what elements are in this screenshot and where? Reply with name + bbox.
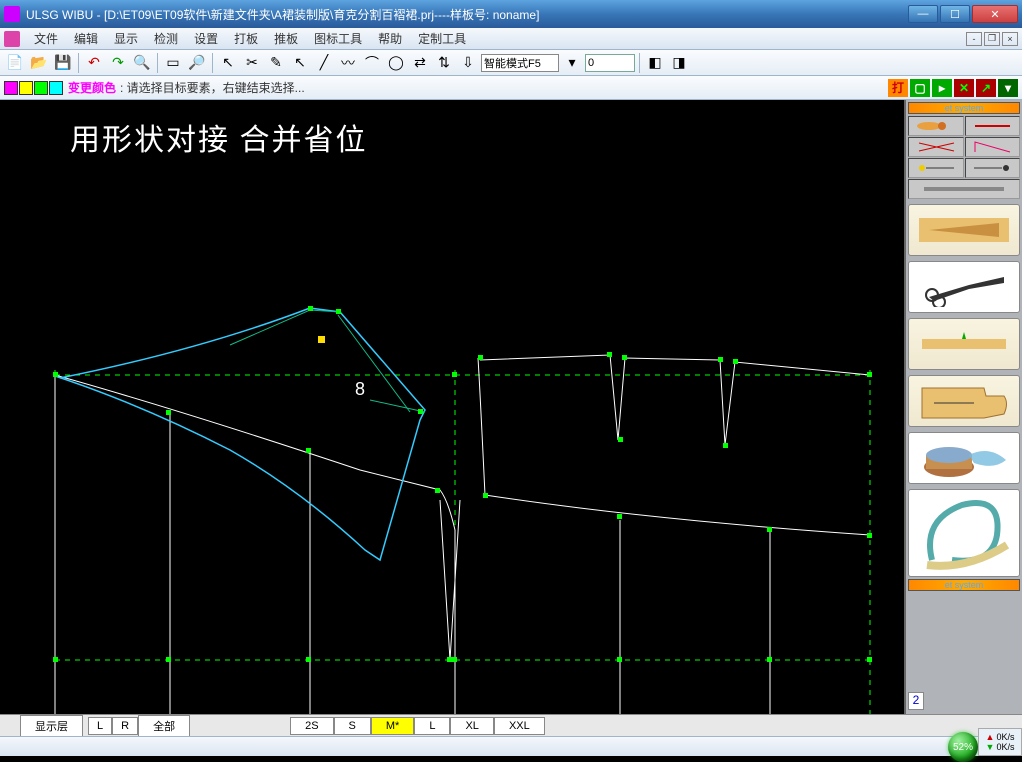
ellipse-icon[interactable]: ◯ [385, 52, 407, 74]
swap-icon[interactable]: ⇄ [409, 52, 431, 74]
right-panel: et system et system 2 [904, 100, 1022, 714]
r-tab[interactable]: R [112, 717, 138, 735]
size-m[interactable]: M* [371, 717, 414, 735]
rect-icon[interactable]: ▭ [162, 52, 184, 74]
color-cyan[interactable] [49, 81, 63, 95]
size-s[interactable]: S [334, 717, 371, 735]
rp-tool-dart[interactable] [908, 204, 1020, 256]
net-ball[interactable]: 52% [948, 732, 978, 762]
cursor-icon[interactable]: ↖ [289, 52, 311, 74]
updown-icon[interactable]: ⇅ [433, 52, 455, 74]
menu-icon-tools[interactable]: 图标工具 [306, 30, 370, 47]
rp-tool-cross[interactable] [908, 137, 964, 157]
right-btn-green[interactable]: ▢ [910, 79, 930, 97]
change-color-label: 变更颜色 [68, 79, 116, 96]
rp-tool-needle[interactable] [965, 116, 1021, 136]
menubar: 文件 编辑 显示 检测 设置 打板 推板 图标工具 帮助 定制工具 - ❐ × [0, 28, 1022, 50]
rp-tool-angle[interactable] [965, 137, 1021, 157]
menu-grade[interactable]: 推板 [266, 30, 306, 47]
down-arrow-icon: ▼ [986, 742, 995, 752]
hint-text: : 请选择目标要素，右键结束选择... [120, 79, 305, 96]
color-magenta[interactable] [4, 81, 18, 95]
drawing-canvas[interactable]: 用形状对接 合并省位 [0, 100, 904, 714]
rp-tool-washer[interactable] [908, 432, 1020, 484]
arc-icon[interactable]: ⌒ [361, 52, 383, 74]
net-stats: ▲0K/s ▼0K/s [978, 728, 1022, 756]
rp-tool-piece[interactable] [908, 375, 1020, 427]
menu-file[interactable]: 文件 [26, 30, 66, 47]
rp-tool-curve-ruler[interactable] [908, 489, 1020, 577]
net-pct: 52% [953, 742, 973, 753]
rp-header: et system [908, 102, 1020, 114]
titlebar: ULSG WIBU - [D:\ET09\ET09软件\新建文件夹\A裙装制版\… [0, 0, 1022, 28]
menu-edit[interactable]: 编辑 [66, 30, 106, 47]
layer-tab[interactable]: 显示层 [20, 715, 83, 737]
mode-combo[interactable] [481, 54, 559, 72]
minimize-button[interactable]: — [908, 5, 938, 23]
right-btn-x[interactable]: ✕ [954, 79, 974, 97]
rp-tool-bar[interactable] [908, 179, 1020, 199]
zoom-icon[interactable]: 🔍 [131, 52, 153, 74]
num-input[interactable] [585, 54, 635, 72]
save-icon[interactable]: 💾 [52, 52, 74, 74]
window-title: ULSG WIBU - [D:\ET09\ET09软件\新建文件夹\A裙装制版\… [26, 6, 908, 23]
doc-icon [4, 31, 20, 47]
redo-icon[interactable]: ↷ [107, 52, 129, 74]
rp-footer: et system [908, 579, 1020, 591]
rp-tool-compass1[interactable] [908, 158, 964, 178]
cut-icon[interactable]: ✂ [241, 52, 263, 74]
canvas-small-text: 8 [355, 379, 365, 399]
up-arrow-icon: ▲ [986, 732, 995, 742]
menu-settings[interactable]: 设置 [186, 30, 226, 47]
maximize-button[interactable]: ☐ [940, 5, 970, 23]
extra2-icon[interactable]: ◨ [668, 52, 690, 74]
mdi-close[interactable]: × [1002, 32, 1018, 46]
menu-check[interactable]: 检测 [146, 30, 186, 47]
rp-page-number[interactable]: 2 [908, 692, 924, 710]
right-btn-tri[interactable]: ▸ [932, 79, 952, 97]
bottom-size-bar: 显示层 L R 全部 2S S M* L XL XXL [0, 714, 1022, 736]
l-tab[interactable]: L [88, 717, 112, 735]
undo-icon[interactable]: ↶ [83, 52, 105, 74]
right-btn-da[interactable]: 打 [888, 79, 908, 97]
size-l[interactable]: L [414, 717, 450, 735]
rp-tool-seam[interactable] [908, 318, 1020, 370]
color-green[interactable] [34, 81, 48, 95]
extra1-icon[interactable]: ◧ [644, 52, 666, 74]
rp-tool-bullet[interactable] [908, 116, 964, 136]
open-icon[interactable]: 📂 [28, 52, 50, 74]
size-xxl[interactable]: XXL [494, 717, 545, 735]
rp-tool-compass2[interactable] [965, 158, 1021, 178]
main-toolbar: 📄 📂 💾 ↶ ↷ 🔍 ▭ 🔎 ↖ ✂ ✎ ↖ ╱ 〰 ⌒ ◯ ⇄ ⇅ ⇩ ▾ … [0, 50, 1022, 76]
net-down: 0K/s [996, 742, 1014, 752]
color-yellow[interactable] [19, 81, 33, 95]
pencil-icon[interactable]: ✎ [265, 52, 287, 74]
menu-custom[interactable]: 定制工具 [410, 30, 474, 47]
zoom2-icon[interactable]: 🔎 [186, 52, 208, 74]
mdi-restore[interactable]: ❐ [984, 32, 1000, 46]
size-2s[interactable]: 2S [290, 717, 333, 735]
right-btn-arrow[interactable]: ↗ [976, 79, 996, 97]
menu-help[interactable]: 帮助 [370, 30, 410, 47]
app-icon [4, 6, 20, 22]
dropdown-icon[interactable]: ▾ [561, 52, 583, 74]
line-icon[interactable]: ╱ [313, 52, 335, 74]
all-tab[interactable]: 全部 [138, 715, 190, 737]
pattern-drawing: 8 [0, 100, 900, 714]
right-btn-down[interactable]: ▾ [998, 79, 1018, 97]
close-button[interactable]: ✕ [972, 5, 1018, 23]
mdi-minimize[interactable]: - [966, 32, 982, 46]
statusbar: 52% ▲0K/s ▼0K/s [0, 736, 1022, 756]
size-xl[interactable]: XL [450, 717, 493, 735]
rp-tool-scissors[interactable] [908, 261, 1020, 313]
colorbar: 变更颜色 : 请选择目标要素，右键结束选择... 打 ▢ ▸ ✕ ↗ ▾ [0, 76, 1022, 100]
new-icon[interactable]: 📄 [4, 52, 26, 74]
down-icon[interactable]: ⇩ [457, 52, 479, 74]
menu-display[interactable]: 显示 [106, 30, 146, 47]
net-up: 0K/s [996, 732, 1014, 742]
menu-pattern[interactable]: 打板 [226, 30, 266, 47]
pointer-icon[interactable]: ↖ [217, 52, 239, 74]
curve-icon[interactable]: 〰 [337, 52, 359, 74]
